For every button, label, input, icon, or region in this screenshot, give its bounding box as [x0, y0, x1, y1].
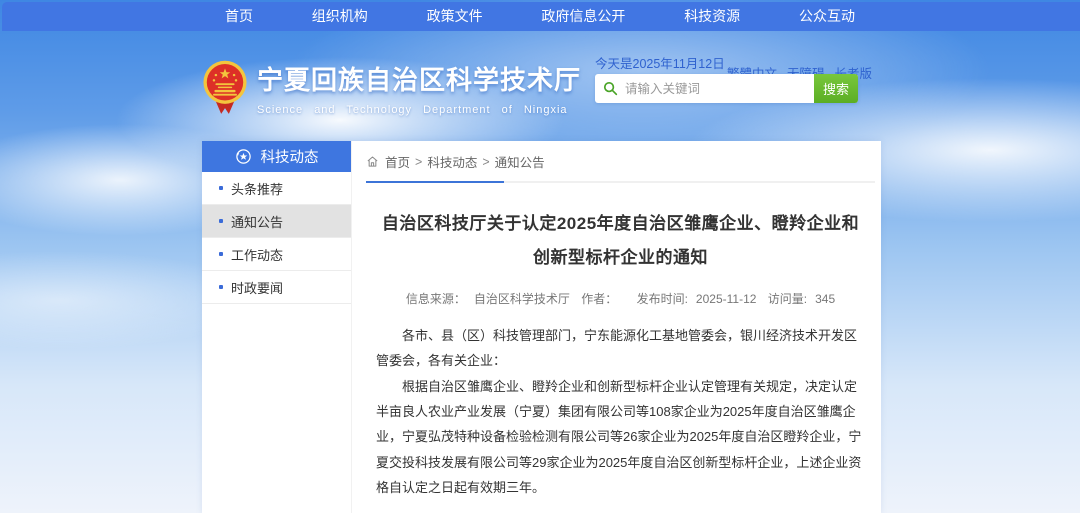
bullet-icon [219, 285, 223, 289]
nav-item[interactable]: 科技资源 [674, 2, 750, 31]
sidebar-item-label: 时政要闻 [231, 278, 283, 297]
article-paragraph: 各市、县（区）科技管理部门，宁东能源化工基地管委会，银川经济技术开发区管委会，各… [376, 323, 865, 374]
meta-source: 自治区科学技术厅 [474, 292, 570, 306]
meta-views-label: 访问量: [768, 292, 807, 306]
nav-item[interactable]: 政府信息公开 [531, 2, 635, 31]
site-brand: 宁夏回族自治区科学技术厅 Science and Technology Depa… [202, 60, 581, 116]
sidebar-header: 科技动态 [202, 141, 351, 172]
breadcrumb-items: 首页 > 科技动态 > 通知公告 [385, 152, 545, 171]
sidebar-menu: 头条推荐 通知公告 工作动态 时政要闻 [202, 172, 351, 304]
meta-author-label: 作者： [581, 292, 617, 306]
site-subtitle: Science and Technology Department of Nin… [257, 104, 581, 116]
main-content: 首页 > 科技动态 > 通知公告 自治区科技厅 [352, 141, 881, 513]
meta-source-label: 信息来源： [406, 292, 466, 306]
sidebar: 科技动态 头条推荐 通知公告 工作动态 [202, 141, 352, 513]
sidebar-item-label: 通知公告 [231, 212, 283, 231]
nav-item[interactable]: 首页 [215, 2, 263, 31]
sidebar-menu-item[interactable]: 通知公告 [202, 205, 351, 238]
home-icon [366, 155, 379, 168]
search-bar: 搜索 [595, 74, 858, 103]
nav-item[interactable]: 公众互动 [789, 2, 865, 31]
bullet-icon [219, 219, 223, 223]
meta-views: 345 [815, 292, 835, 306]
content-wrapper: 科技动态 头条推荐 通知公告 工作动态 [202, 141, 881, 513]
star-circle-icon [235, 148, 252, 165]
meta-time: 2025-11-12 [696, 292, 757, 306]
sidebar-item-label: 头条推荐 [231, 179, 283, 198]
national-emblem-icon [202, 60, 248, 116]
breadcrumb-item[interactable]: 首页 > [385, 152, 422, 171]
nav-items: 首页 组织机构 政策文件 政府信息公开 科技资源 公众互动 [215, 2, 865, 31]
breadcrumb: 首页 > 科技动态 > 通知公告 [366, 152, 875, 171]
article-meta: 信息来源： 自治区科学技术厅 作者： 发布时间: 2025-11-12 访问量: 34… [376, 290, 865, 307]
breadcrumb-label: 科技动态 [427, 152, 477, 171]
breadcrumb-separator: > [482, 155, 489, 169]
search-button[interactable]: 搜索 [814, 74, 858, 103]
site-title: 宁夏回族自治区科学技术厅 [257, 60, 581, 97]
breadcrumb-divider-accent [366, 181, 504, 183]
sidebar-menu-item[interactable]: 时政要闻 [202, 271, 351, 304]
sidebar-menu-item[interactable]: 头条推荐 [202, 172, 351, 205]
brand-text: 宁夏回族自治区科学技术厅 Science and Technology Depa… [257, 60, 581, 116]
breadcrumb-label: 首页 [385, 152, 410, 171]
breadcrumb-separator: > [415, 155, 422, 169]
sidebar-title: 科技动态 [261, 146, 319, 167]
breadcrumb-divider [366, 181, 875, 183]
search-icon [603, 81, 618, 96]
article-title: 自治区科技厅关于认定2025年度自治区雏鹰企业、瞪羚企业和创新型标杆企业的通知 [382, 207, 860, 275]
nav-item[interactable]: 政策文件 [417, 2, 493, 31]
breadcrumb-item[interactable]: 科技动态 > [427, 152, 489, 171]
search-input[interactable] [595, 74, 814, 103]
nav-item[interactable]: 组织机构 [302, 2, 378, 31]
bullet-icon [219, 252, 223, 256]
top-navigation-bar: 首页 组织机构 政策文件 政府信息公开 科技资源 公众互动 [2, 2, 1080, 31]
article-paragraph: 根据自治区雏鹰企业、瞪羚企业和创新型标杆企业认定管理有关规定，决定认定半亩良人农… [376, 374, 865, 501]
sidebar-item-label: 工作动态 [231, 245, 283, 264]
article: 自治区科技厅关于认定2025年度自治区雏鹰企业、瞪羚企业和创新型标杆企业的通知 … [366, 207, 875, 513]
bullet-icon [219, 186, 223, 190]
breadcrumb-label: 通知公告 [495, 152, 545, 171]
sidebar-menu-item[interactable]: 工作动态 [202, 238, 351, 271]
breadcrumb-item[interactable]: 通知公告 [495, 152, 545, 171]
article-body: 各市、县（区）科技管理部门，宁东能源化工基地管委会，银川经济技术开发区管委会，各… [376, 323, 865, 500]
meta-time-label: 发布时间: [637, 292, 688, 306]
